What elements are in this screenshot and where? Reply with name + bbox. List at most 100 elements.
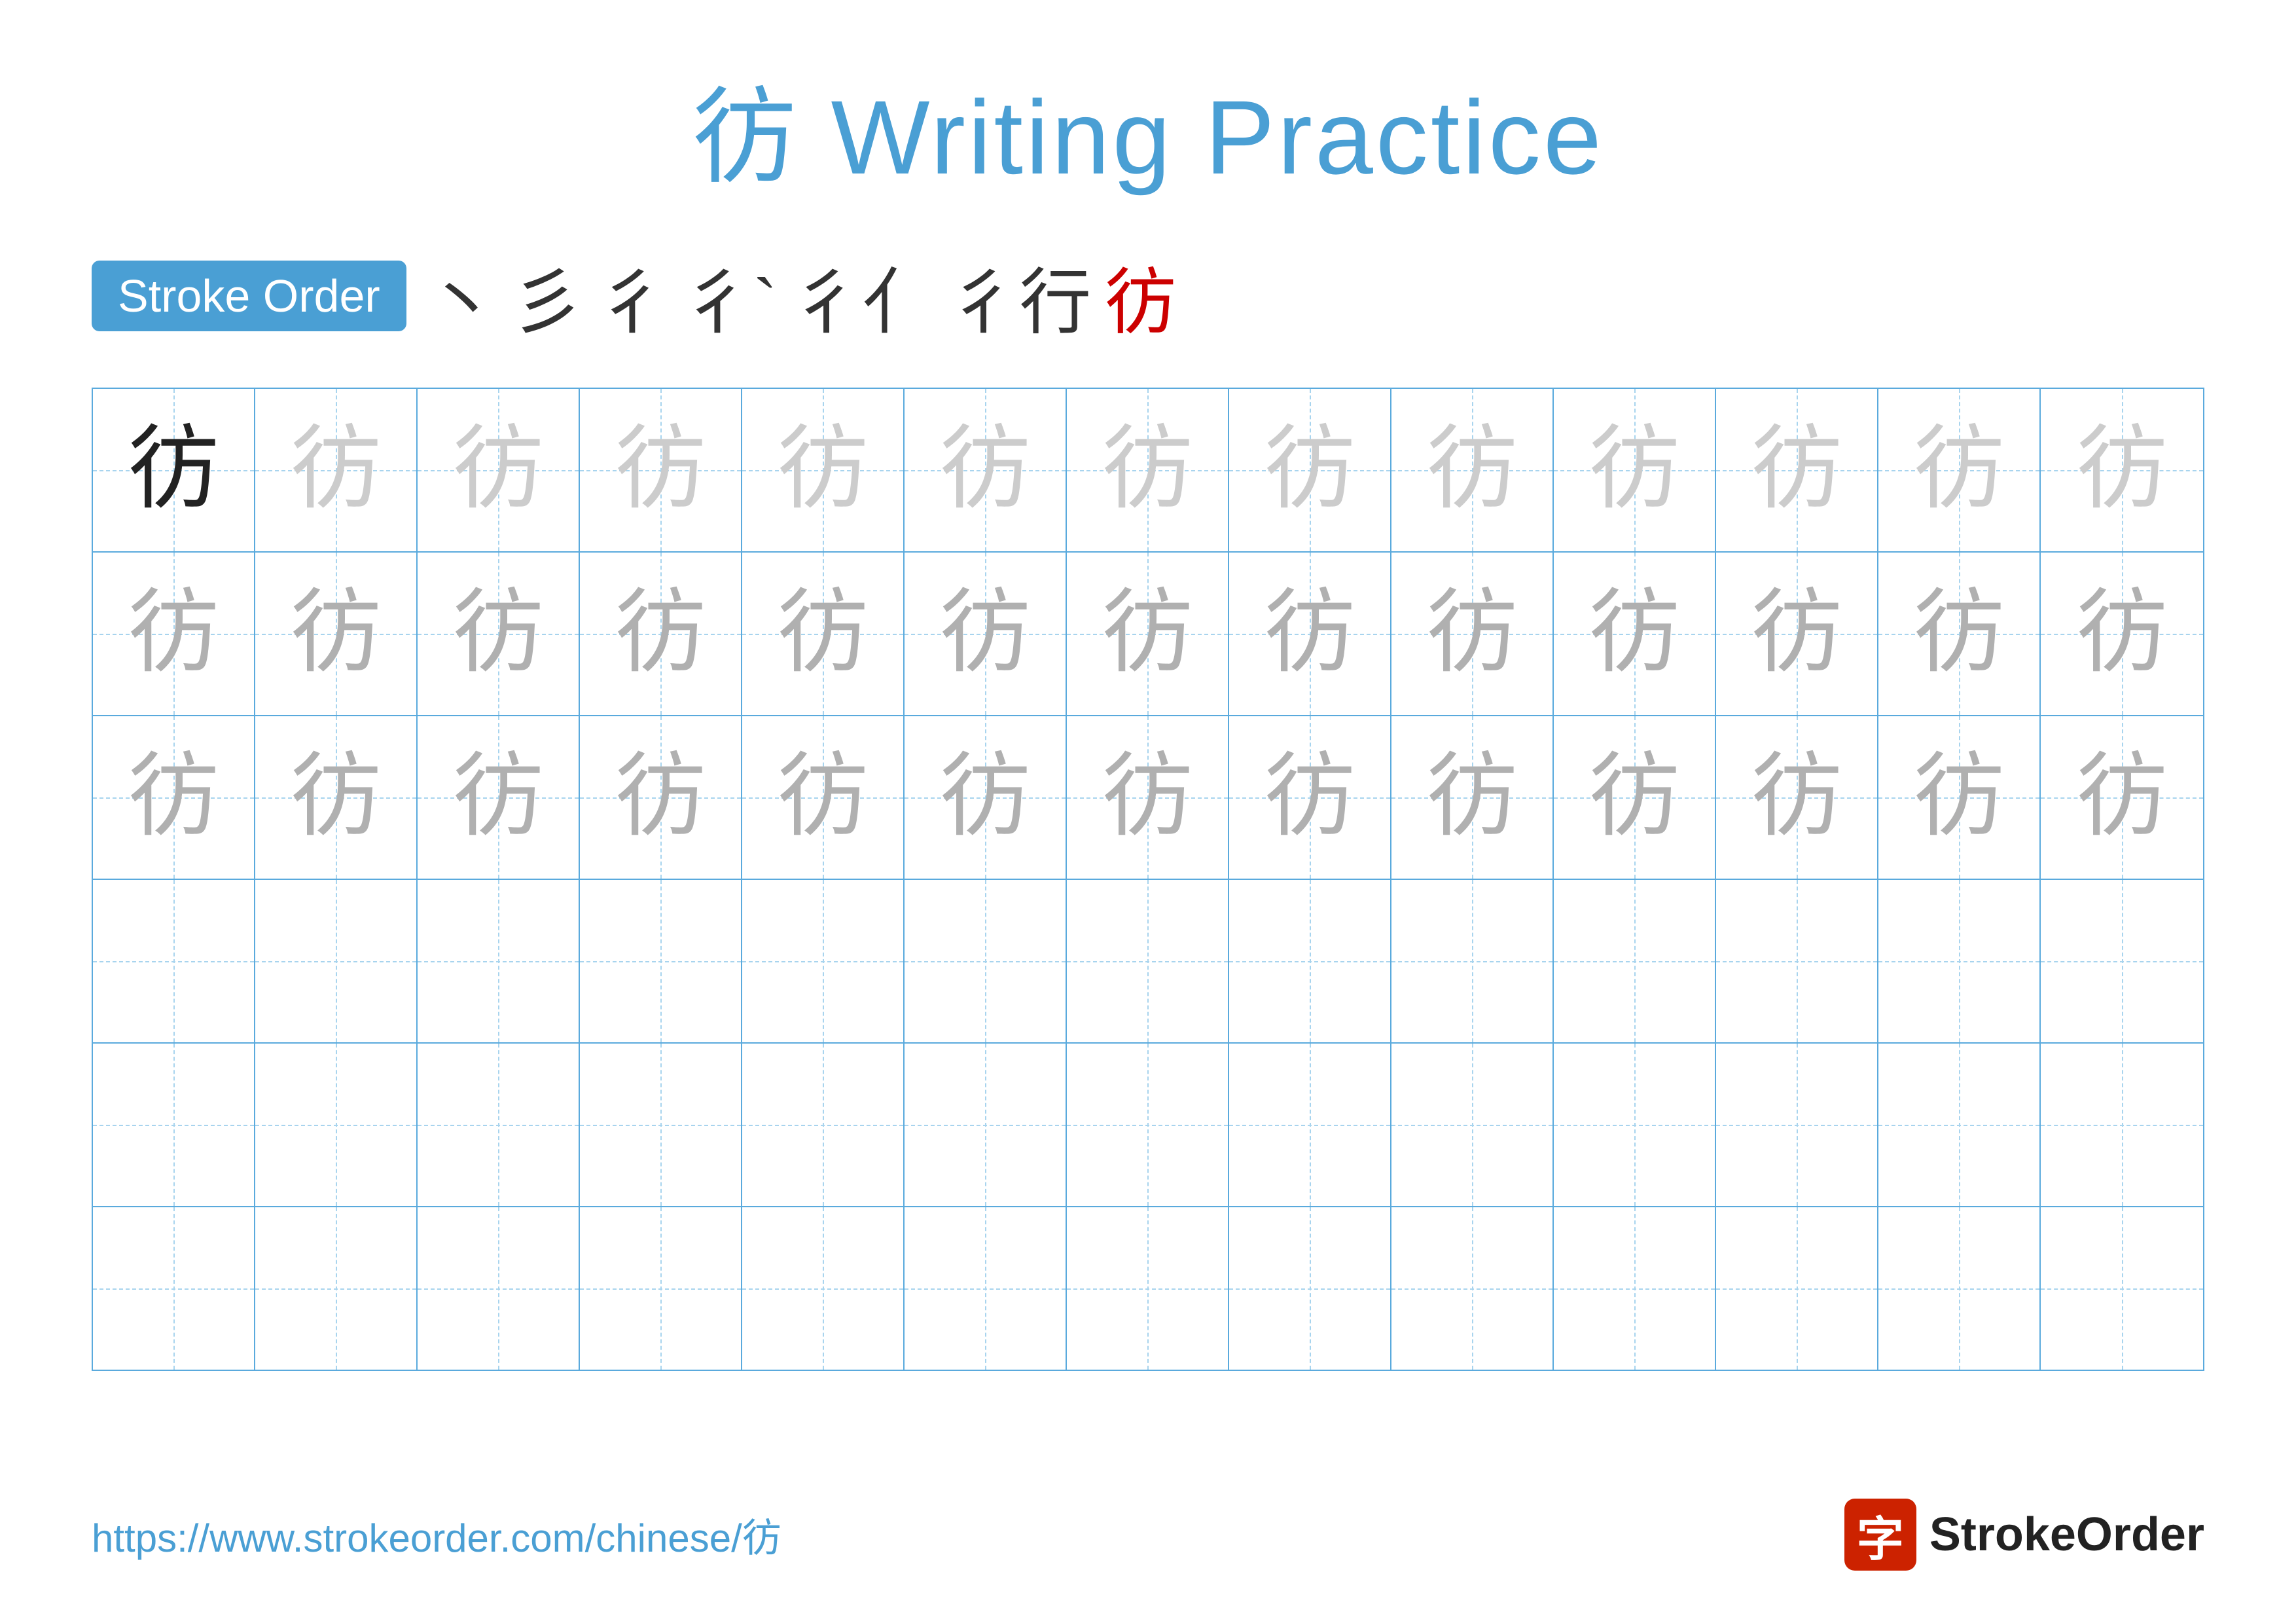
grid-cell-r5c1[interactable] <box>93 1044 255 1206</box>
grid-cell-r5c2[interactable] <box>255 1044 418 1206</box>
char-guide: 彷 <box>128 752 219 843</box>
grid-cell-r6c2[interactable] <box>255 1207 418 1370</box>
grid-cell-r4c12[interactable] <box>1878 880 2041 1042</box>
char-guide: 彷 <box>1913 588 2005 680</box>
grid-cell-r6c9[interactable] <box>1391 1207 1554 1370</box>
grid-cell-r1c2: 彷 <box>255 389 418 551</box>
grid-cell-r6c13[interactable] <box>2041 1207 2203 1370</box>
grid-cell-r1c9: 彷 <box>1391 389 1554 551</box>
stroke-order-badge: Stroke Order <box>92 261 406 331</box>
grid-cell-r1c6: 彷 <box>905 389 1067 551</box>
grid-cell-r5c11[interactable] <box>1716 1044 1878 1206</box>
char-guide: 彷 <box>1426 424 1518 516</box>
grid-cell-r6c7[interactable] <box>1067 1207 1229 1370</box>
grid-cell-r3c7: 彷 <box>1067 716 1229 879</box>
grid-cell-r2c1: 彷 <box>93 553 255 715</box>
footer-logo: 字 StrokeOrder <box>1844 1499 2204 1571</box>
char-guide: 彷 <box>1751 424 1842 516</box>
grid-cell-r4c2[interactable] <box>255 880 418 1042</box>
char-guide: 彷 <box>777 752 869 843</box>
char-guide: 彷 <box>2076 424 2168 516</box>
char-guide: 彷 <box>1426 752 1518 843</box>
grid-cell-r5c5[interactable] <box>742 1044 905 1206</box>
stroke-sequence: 丶 彡 彳 彳` 彳亻 彳行 彷 <box>426 244 1177 348</box>
grid-cell-r2c13: 彷 <box>2041 553 2203 715</box>
grid-row-2: 彷 彷 彷 彷 彷 彷 彷 彷 彷 彷 彷 彷 彷 <box>93 553 2203 716</box>
grid-cell-r6c12[interactable] <box>1878 1207 2041 1370</box>
grid-cell-r4c6[interactable] <box>905 880 1067 1042</box>
grid-cell-r2c9: 彷 <box>1391 553 1554 715</box>
char-guide: 彷 <box>1588 424 1680 516</box>
char-guide: 彷 <box>452 752 544 843</box>
grid-cell-r2c8: 彷 <box>1229 553 1391 715</box>
grid-cell-r4c4[interactable] <box>580 880 742 1042</box>
grid-cell-r2c6: 彷 <box>905 553 1067 715</box>
grid-cell-r5c12[interactable] <box>1878 1044 2041 1206</box>
grid-cell-r2c5: 彷 <box>742 553 905 715</box>
grid-cell-r6c1[interactable] <box>93 1207 255 1370</box>
stroke-6: 彳行 <box>947 244 1091 348</box>
grid-cell-r3c5: 彷 <box>742 716 905 879</box>
char-guide: 彷 <box>1588 752 1680 843</box>
grid-cell-r1c3: 彷 <box>418 389 580 551</box>
grid-cell-r1c11: 彷 <box>1716 389 1878 551</box>
grid-cell-r5c13[interactable] <box>2041 1044 2203 1206</box>
grid-cell-r6c10[interactable] <box>1554 1207 1716 1370</box>
char-guide: 彷 <box>1588 588 1680 680</box>
grid-row-1: 彷 彷 彷 彷 彷 彷 彷 彷 彷 彷 彷 彷 彷 <box>93 389 2203 553</box>
char-guide: 彷 <box>1426 588 1518 680</box>
grid-cell-r1c13: 彷 <box>2041 389 2203 551</box>
grid-cell-r6c8[interactable] <box>1229 1207 1391 1370</box>
grid-cell-r5c9[interactable] <box>1391 1044 1554 1206</box>
grid-cell-r6c3[interactable] <box>418 1207 580 1370</box>
grid-cell-r5c3[interactable] <box>418 1044 580 1206</box>
grid-cell-r3c8: 彷 <box>1229 716 1391 879</box>
stroke-4: 彳` <box>681 244 778 348</box>
grid-cell-r6c4[interactable] <box>580 1207 742 1370</box>
grid-cell-r4c11[interactable] <box>1716 880 1878 1042</box>
grid-row-3: 彷 彷 彷 彷 彷 彷 彷 彷 彷 彷 彷 彷 彷 <box>93 716 2203 880</box>
page: 彷 Writing Practice Stroke Order 丶 彡 彳 彳`… <box>0 0 2296 1623</box>
grid-cell-r1c1: 彷 <box>93 389 255 551</box>
stroke-5: 彳亻 <box>790 244 934 348</box>
grid-cell-r5c10[interactable] <box>1554 1044 1716 1206</box>
grid-cell-r4c5[interactable] <box>742 880 905 1042</box>
page-title: 彷 Writing Practice <box>92 52 2204 204</box>
char-guide: 彷 <box>939 588 1031 680</box>
char-guide: 彷 <box>1264 588 1355 680</box>
char-guide: 彷 <box>1264 424 1355 516</box>
grid-cell-r4c9[interactable] <box>1391 880 1554 1042</box>
char-guide: 彷 <box>452 424 544 516</box>
grid-cell-r3c3: 彷 <box>418 716 580 879</box>
grid-cell-r3c13: 彷 <box>2041 716 2203 879</box>
grid-cell-r6c11[interactable] <box>1716 1207 1878 1370</box>
grid-cell-r4c8[interactable] <box>1229 880 1391 1042</box>
grid-cell-r5c6[interactable] <box>905 1044 1067 1206</box>
grid-cell-r5c8[interactable] <box>1229 1044 1391 1206</box>
char-guide: 彷 <box>777 588 869 680</box>
grid-cell-r5c4[interactable] <box>580 1044 742 1206</box>
grid-cell-r1c5: 彷 <box>742 389 905 551</box>
grid-cell-r4c7[interactable] <box>1067 880 1229 1042</box>
grid-cell-r3c2: 彷 <box>255 716 418 879</box>
grid-cell-r4c3[interactable] <box>418 880 580 1042</box>
grid-cell-r4c1[interactable] <box>93 880 255 1042</box>
stroke-1: 丶 <box>426 244 498 348</box>
grid-cell-r6c6[interactable] <box>905 1207 1067 1370</box>
grid-cell-r5c7[interactable] <box>1067 1044 1229 1206</box>
grid-cell-r3c9: 彷 <box>1391 716 1554 879</box>
grid-cell-r2c3: 彷 <box>418 553 580 715</box>
footer-url[interactable]: https://www.strokeorder.com/chinese/彷 <box>92 1506 781 1563</box>
grid-cell-r2c11: 彷 <box>1716 553 1878 715</box>
stroke-order-row: Stroke Order 丶 彡 彳 彳` 彳亻 彳行 彷 <box>92 244 2204 348</box>
stroke-7: 彷 <box>1104 244 1176 348</box>
grid-cell-r6c5[interactable] <box>742 1207 905 1370</box>
char-guide: 彷 <box>1913 752 2005 843</box>
grid-cell-r4c10[interactable] <box>1554 880 1716 1042</box>
grid-cell-r4c13[interactable] <box>2041 880 2203 1042</box>
grid-cell-r1c10: 彷 <box>1554 389 1716 551</box>
grid-cell-r2c2: 彷 <box>255 553 418 715</box>
grid-cell-r3c12: 彷 <box>1878 716 2041 879</box>
char-guide: 彷 <box>128 588 219 680</box>
grid-cell-r3c6: 彷 <box>905 716 1067 879</box>
